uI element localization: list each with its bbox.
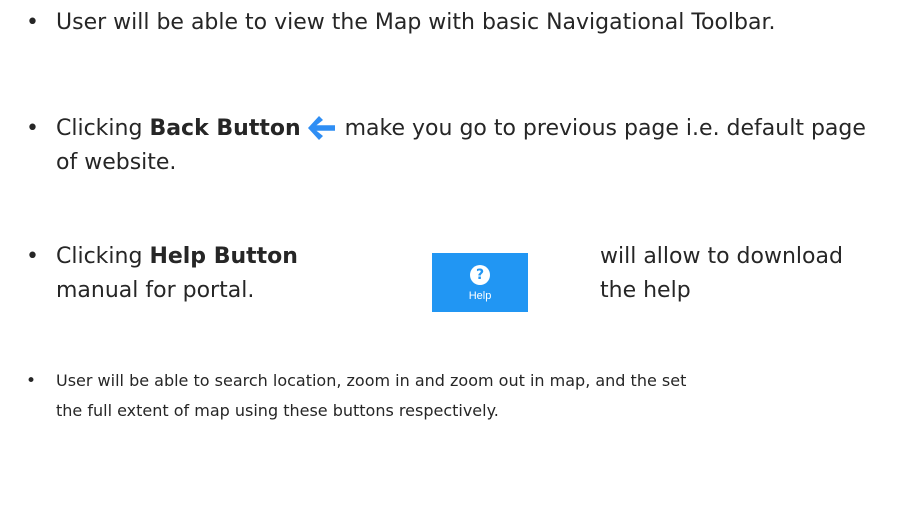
help-button-label: Help Button — [149, 244, 298, 269]
help-button[interactable]: ? Help — [432, 253, 528, 312]
back-button-label: Back Button — [149, 116, 301, 141]
bullet-text: Clicking Back Button make you go to previ… — [56, 112, 876, 180]
back-arrow-icon[interactable] — [305, 114, 337, 142]
bullet-prefix: Clicking — [56, 116, 150, 141]
bullet-symbol: • — [26, 244, 39, 269]
bullet-symbol: • — [26, 116, 39, 141]
bullet-symbol: • — [26, 371, 37, 391]
question-circle-icon: ? — [470, 265, 490, 285]
bullet-suffix-line1: will allow to download the help — [600, 244, 843, 303]
bullet-symbol: • — [26, 10, 39, 35]
bullet-text: User will be able to search location, zo… — [56, 371, 687, 420]
list-item: • User will be able to view the Map with… — [22, 6, 882, 76]
bullet-list: • User will be able to view the Map with… — [0, 0, 904, 518]
list-item: • User will be able to search location, … — [22, 366, 882, 446]
bullet-suffix-line2: manual for portal. — [56, 278, 255, 303]
list-item: • Clicking Back Button make you go to pre… — [22, 112, 882, 182]
help-button-text: Help — [468, 290, 492, 302]
bullet-text: User will be able to view the Map with b… — [56, 10, 776, 35]
bullet-prefix: Clicking — [56, 244, 150, 269]
